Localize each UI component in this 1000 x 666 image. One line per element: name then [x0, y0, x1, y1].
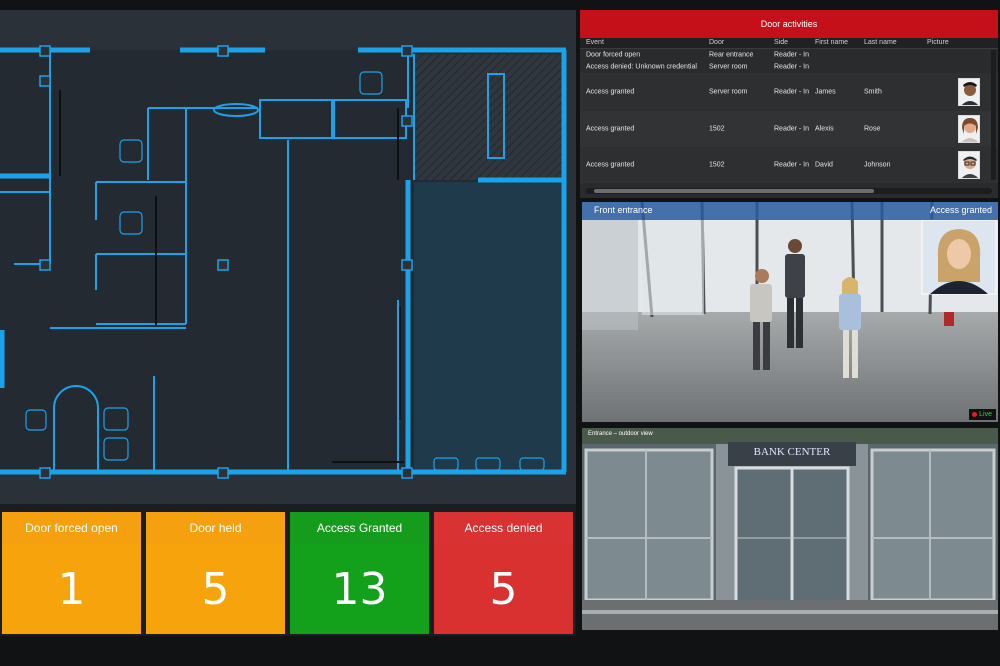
vertical-scrollbar[interactable]	[991, 50, 996, 180]
event-counters-panel: Door forced open 1 Door held 5 Access Gr…	[0, 504, 576, 636]
counter-door-forced-open[interactable]: Door forced open 1	[2, 512, 141, 634]
floor-plan-map[interactable]	[0, 10, 576, 504]
table-row[interactable]: Access granted 1502 Reader - In David Jo…	[580, 147, 998, 183]
table-row[interactable]: Access denied: Unknown credential Server…	[580, 61, 998, 73]
column-header-last-name[interactable]: Last name	[864, 39, 897, 46]
highlighted-room[interactable]	[414, 182, 564, 472]
person-thumbnail-icon[interactable]	[958, 78, 980, 106]
cell-first-name: David	[815, 161, 833, 169]
cell-door: Server room	[709, 63, 748, 71]
cell-side: Reader - In	[774, 63, 810, 71]
cell-door: Server room	[709, 88, 748, 96]
counter-door-held[interactable]: Door held 5	[146, 512, 285, 634]
cell-last-name: Johnson	[864, 161, 891, 169]
counter-value: 13	[290, 544, 429, 634]
camera-image	[582, 202, 998, 422]
cell-event: Access granted	[586, 88, 635, 96]
table-row[interactable]: Access granted 1502 Reader - In Alexis R…	[580, 111, 998, 147]
table-row[interactable]: Door forced open Rear entrance Reader - …	[580, 49, 998, 61]
cell-last-name: Rose	[864, 125, 881, 133]
access-granted-portrait	[921, 219, 997, 295]
cell-side: Reader - In	[774, 88, 810, 96]
camera-title: Entrance – outdoor view	[588, 431, 653, 437]
cell-side: Reader - In	[774, 125, 810, 133]
column-header-side[interactable]: Side	[774, 39, 788, 46]
cell-side: Reader - In	[774, 51, 810, 59]
camera-feed-front-entrance[interactable]: Front entrance Access granted Live	[582, 202, 998, 422]
cell-event: Access granted	[586, 125, 635, 133]
counter-label: Door forced open	[2, 512, 141, 544]
horizontal-scrollbar[interactable]	[586, 188, 992, 194]
person-thumbnail-icon[interactable]	[958, 115, 980, 143]
cell-event: Access denied: Unknown credential	[586, 63, 697, 71]
access-status-label: Access granted	[929, 205, 992, 215]
column-header-first-name[interactable]: First name	[815, 39, 848, 46]
counter-label: Access denied	[434, 512, 573, 544]
counter-label: Door held	[146, 512, 285, 544]
scrollbar-thumb[interactable]	[594, 189, 874, 193]
camera-feed-outdoor[interactable]: BANK CENTER Entrance – outdoor view	[582, 428, 998, 630]
table-header: Event Door Side First name Last name Pic…	[580, 38, 998, 49]
counter-access-granted[interactable]: Access Granted 13	[290, 512, 429, 634]
cell-door: Rear entrance	[709, 51, 754, 59]
column-header-door[interactable]: Door	[709, 39, 724, 46]
column-header-picture[interactable]: Picture	[927, 39, 949, 46]
cell-event: Door forced open	[586, 51, 641, 59]
cell-side: Reader - In	[774, 161, 810, 169]
cell-first-name: James	[815, 88, 836, 96]
panel-title: Door activities	[580, 10, 998, 38]
live-badge: Live	[969, 409, 996, 420]
bank-sign: BANK CENTER	[753, 446, 831, 458]
counter-value: 1	[2, 544, 141, 634]
cell-first-name: Alexis	[815, 125, 834, 133]
door-activities-panel: Door activities Event Door Side First na…	[580, 10, 998, 198]
counter-value: 5	[434, 544, 573, 634]
column-header-event[interactable]: Event	[586, 39, 604, 46]
cell-door: 1502	[709, 161, 725, 169]
person-thumbnail-icon[interactable]	[958, 151, 980, 179]
cell-last-name: Smith	[864, 88, 882, 96]
cell-event: Access granted	[586, 161, 635, 169]
camera-image	[582, 428, 998, 630]
counter-value: 5	[146, 544, 285, 634]
table-row[interactable]: Access granted Server room Reader - In J…	[580, 73, 998, 111]
camera-title-bar: Front entrance Access granted	[582, 202, 998, 220]
counter-label: Access Granted	[290, 512, 429, 544]
camera-title: Front entrance	[594, 205, 653, 215]
counter-access-denied[interactable]: Access denied 5	[434, 512, 573, 634]
cell-door: 1502	[709, 125, 725, 133]
